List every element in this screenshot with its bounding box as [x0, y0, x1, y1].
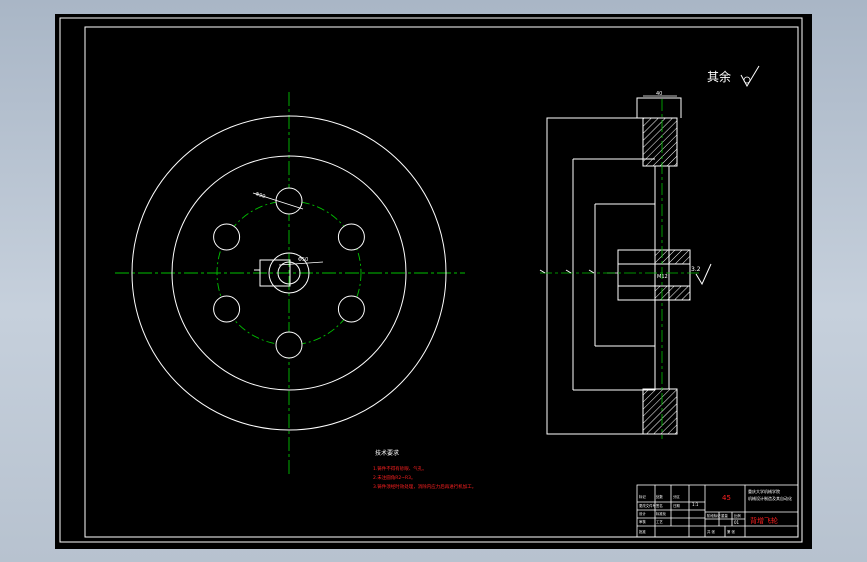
left-tick-2: [565, 269, 572, 274]
roughness-symbol: [740, 65, 760, 88]
title-block-label: 审核: [639, 519, 646, 524]
rim-hatch-bottom: [642, 388, 678, 435]
hub-dim-label: Φ50: [298, 257, 308, 263]
school-line-2: 机械设计制造及其自动化: [748, 495, 792, 501]
bolt-hole: [213, 295, 241, 323]
bolt-dim-label: Φ90: [254, 191, 266, 200]
width-dim-label: 40: [656, 91, 662, 97]
hub-hatch-bottom: [654, 285, 691, 301]
bolt-hole: [213, 223, 241, 251]
left-tick-3: [588, 269, 595, 274]
title-block-label: 阶段标记: [707, 513, 721, 518]
title-block-label: 日期: [673, 503, 680, 508]
title-block-label: 设计: [639, 511, 646, 516]
tech-req-item-2: 2.未注圆角R2~R3。: [373, 474, 416, 481]
bolt-hole: [275, 187, 303, 215]
cad-drawing: Φ90 Φ50 40 M12 3.2 其余 技术要求 1.铸件不得有砂眼、气孔。…: [59, 17, 803, 543]
title-block-label: 标准化: [656, 511, 667, 516]
roughness-note-label: 其余: [707, 69, 731, 84]
outer-frame: [59, 17, 803, 543]
hub-roughness-value: 3.2: [691, 266, 701, 273]
title-block-label: 签名: [656, 503, 663, 508]
title-block-label: 更改文件号: [639, 503, 657, 508]
title-block-label: 比例: [734, 513, 741, 518]
general-roughness-note: 其余: [707, 65, 760, 88]
title-block-label: 批准: [639, 529, 646, 534]
bolt-hole: [337, 223, 365, 251]
front-view: Φ90 Φ50: [115, 92, 465, 474]
title-block-label: 处数: [656, 494, 663, 499]
bolt-hole: [337, 295, 365, 323]
title-block-label: 共 张: [707, 529, 715, 534]
title-block-label: 分区: [673, 494, 680, 499]
part-name: 背增飞轮: [750, 516, 778, 525]
title-block-label: 重量: [721, 513, 728, 518]
roughness-symbol-circle: [743, 76, 751, 84]
scale-value: 1:1: [692, 502, 699, 507]
title-block-label: 第 张: [727, 529, 735, 534]
tech-req-item-1: 1.铸件不得有砂眼、气孔。: [373, 465, 427, 472]
tech-req-title: 技术要求: [375, 449, 399, 457]
title-block-label: 工艺: [656, 519, 663, 524]
tech-req-item-3: 3.铸件须经时效处理，消除内应力后再进行机加工。: [373, 483, 476, 490]
inner-frame: [84, 26, 799, 538]
section-view: 40 M12 3.2: [539, 91, 712, 439]
title-block-label: 标记: [639, 494, 646, 499]
top-boss: [636, 97, 682, 118]
sheet-number: 01: [734, 520, 740, 525]
title-block-text: 45 重庆大学机械学院 机械设计制造及其自动化 背增飞轮 1:1 01 标记 处数…: [639, 488, 792, 534]
school-line-1: 重庆大学机械学院: [748, 488, 780, 494]
technical-requirements: 技术要求 1.铸件不得有砂眼、气孔。 2.未注圆角R2~R3。 3.铸件须经时效…: [373, 449, 476, 490]
drawing-sheet: Φ90 Φ50 40 M12 3.2 其余 技术要求 1.铸件不得有砂眼、气孔。…: [55, 14, 812, 549]
hub-hatch-top: [654, 249, 691, 265]
material-label: 45: [722, 494, 731, 502]
left-tick-1: [539, 269, 546, 274]
bolt-hole: [275, 331, 303, 359]
